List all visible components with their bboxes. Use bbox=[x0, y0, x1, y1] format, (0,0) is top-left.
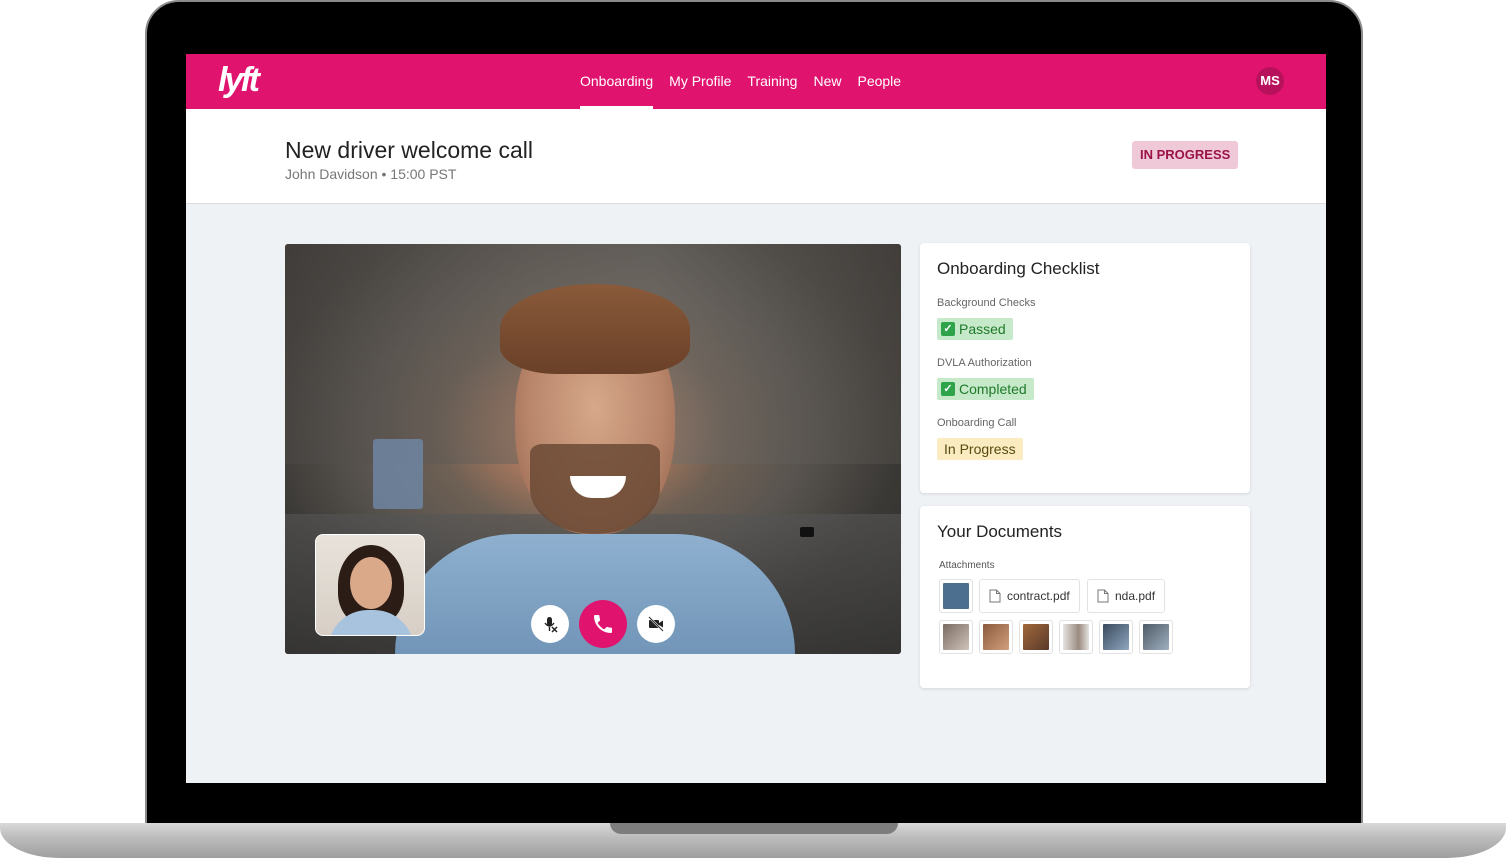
phone-icon bbox=[594, 615, 612, 633]
self-view-body bbox=[328, 610, 414, 635]
nav-item-new[interactable]: New bbox=[813, 54, 841, 109]
page-header: New driver welcome call John Davidson • … bbox=[186, 109, 1326, 204]
documents-title: Your Documents bbox=[937, 522, 1063, 541]
user-avatar[interactable]: MS bbox=[1256, 67, 1284, 95]
main-nav: Onboarding My Profile Training New Peopl… bbox=[580, 54, 901, 109]
thumbnail-image bbox=[1023, 624, 1049, 650]
checklist-title: Onboarding Checklist bbox=[937, 259, 1100, 278]
attachment-thumbnail[interactable] bbox=[1139, 620, 1173, 654]
page-subtitle: John Davidson • 15:00 PST bbox=[285, 166, 457, 182]
video-off-icon bbox=[648, 616, 664, 632]
thumbnail-image bbox=[983, 624, 1009, 650]
file-name: nda.pdf bbox=[1115, 589, 1156, 603]
attachment-thumbnail[interactable] bbox=[979, 620, 1013, 654]
file-icon bbox=[989, 589, 1001, 603]
attachment-thumbnail[interactable] bbox=[939, 620, 973, 654]
attachment-thumbnail[interactable] bbox=[939, 579, 973, 613]
checklist-status-passed: ✓ Passed bbox=[937, 318, 1013, 340]
checklist-status-text: Passed bbox=[959, 321, 1006, 337]
attachment-thumbnail[interactable] bbox=[1099, 620, 1133, 654]
attachment-thumbnail[interactable] bbox=[1019, 620, 1053, 654]
attachment-file[interactable]: contract.pdf bbox=[979, 579, 1080, 613]
thumbnail-image bbox=[1143, 624, 1169, 650]
screen: lyft Onboarding My Profile Training New … bbox=[186, 54, 1326, 783]
nav-item-onboarding[interactable]: Onboarding bbox=[580, 54, 654, 109]
mute-button[interactable] bbox=[531, 605, 569, 643]
file-icon bbox=[1097, 589, 1109, 603]
checklist-status-in-progress: In Progress bbox=[937, 438, 1023, 460]
thumbnail-image bbox=[943, 624, 969, 650]
file-name: contract.pdf bbox=[1007, 589, 1070, 603]
checklist-item-label: Background Checks bbox=[937, 297, 1036, 309]
checklist-status-text: Completed bbox=[959, 381, 1027, 397]
attachment-file[interactable]: nda.pdf bbox=[1087, 579, 1166, 613]
caller-hair bbox=[500, 284, 690, 374]
status-badge: IN PROGRESS bbox=[1132, 141, 1239, 169]
attachments-label: Attachments bbox=[939, 560, 995, 571]
page-title: New driver welcome call bbox=[285, 137, 533, 163]
top-navigation-bar: lyft Onboarding My Profile Training New … bbox=[186, 54, 1326, 109]
toggle-video-button[interactable] bbox=[637, 605, 675, 643]
checklist-item-label: DVLA Authorization bbox=[937, 357, 1032, 369]
self-view-pip[interactable] bbox=[315, 534, 425, 636]
call-controls bbox=[531, 600, 675, 648]
documents-card: Your Documents Attachments contract.pdf … bbox=[920, 506, 1250, 688]
video-camera-marker bbox=[800, 527, 814, 537]
video-background-monitor bbox=[373, 439, 423, 509]
video-call-main[interactable] bbox=[285, 244, 901, 654]
lyft-logo[interactable]: lyft bbox=[218, 62, 270, 98]
checklist-status-text: In Progress bbox=[944, 441, 1016, 457]
nav-item-training[interactable]: Training bbox=[747, 54, 797, 109]
checklist-item-label: Onboarding Call bbox=[937, 417, 1017, 429]
checklist-status-completed: ✓ Completed bbox=[937, 378, 1034, 400]
checkmark-icon: ✓ bbox=[941, 382, 955, 396]
onboarding-checklist-card: Onboarding Checklist Background Checks ✓… bbox=[920, 243, 1250, 493]
nav-item-people[interactable]: People bbox=[857, 54, 901, 109]
attachment-thumbnail[interactable] bbox=[1059, 620, 1093, 654]
checkmark-icon: ✓ bbox=[941, 322, 955, 336]
mic-muted-icon bbox=[544, 617, 558, 633]
laptop-notch bbox=[610, 823, 898, 834]
thumbnail-image bbox=[1103, 624, 1129, 650]
thumbnail-image bbox=[1063, 624, 1089, 650]
thumbnail-image bbox=[943, 583, 969, 609]
nav-item-my-profile[interactable]: My Profile bbox=[669, 54, 731, 109]
self-view-face bbox=[350, 557, 392, 609]
end-call-button[interactable] bbox=[579, 600, 627, 648]
